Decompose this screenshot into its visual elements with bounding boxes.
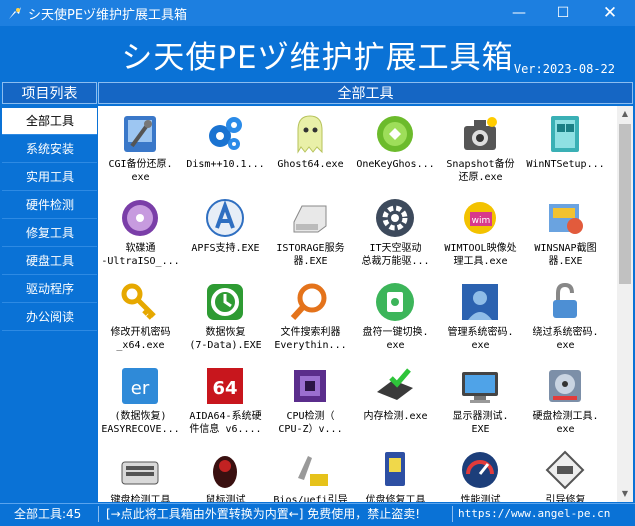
apfs-icon (206, 199, 244, 237)
boot-repair-icon (545, 450, 585, 490)
sidebar-item-repair-tools[interactable]: 修复工具 (2, 220, 97, 247)
sidebar-header: 项目列表 (2, 82, 97, 104)
tool-snapshot[interactable]: Snapshot备份 还原.exe (438, 110, 523, 194)
keyboard-icon (121, 461, 159, 485)
tool-drive-letter-switch[interactable]: 盘符一键切换. exe (353, 278, 438, 362)
tool-winsnap[interactable]: WINSNAP截图 器.EXE (523, 194, 608, 278)
ultraiso-icon (122, 200, 158, 236)
tool-aida64[interactable]: 64 AIDA64-系统硬 件信息 v6.... (183, 362, 268, 446)
status-divider (452, 506, 453, 522)
sidebar-item-utilities[interactable]: 实用工具 (2, 164, 97, 191)
svg-text:64: 64 (212, 378, 237, 399)
tool-everything-search[interactable]: 文件搜索利器 Everythin... (268, 278, 353, 362)
tool-wimtool[interactable]: wim WIMTOOL映像处 理工具.exe (438, 194, 523, 278)
tool-count: 全部工具:45 (14, 507, 82, 521)
tool-disk-check[interactable]: 硬盘检测工具. exe (523, 362, 608, 446)
tool-keyboard-test[interactable]: 键盘检测工具 (98, 446, 183, 502)
window-title: シ天使PEヅ维护扩展工具箱 (28, 8, 188, 23)
tool-bios-uefi-boot[interactable]: Bios/uefi引导 (268, 446, 353, 502)
sidebar-item-drivers[interactable]: 驱动程序 (2, 276, 97, 303)
dism-icon (209, 117, 242, 150)
svg-text:er: er (131, 378, 150, 399)
usb-repair-icon (385, 452, 405, 486)
aida64-icon: 64 (207, 368, 243, 404)
tool-grid: CGI备份还原. exe Dism++10.1... Ghost64.exe On… (98, 106, 618, 502)
tool-cgi-backup[interactable]: CGI备份还原. exe (98, 110, 183, 194)
istorage-icon (293, 205, 327, 233)
window-titlebar[interactable]: シ天使PEヅ维护扩展工具箱 — ☐ ✕ (0, 0, 635, 26)
easyrecovery-icon: er (122, 368, 158, 404)
tool-boot-repair[interactable]: 引导修复 (523, 446, 608, 502)
svg-text:wim: wim (472, 216, 491, 226)
monitor-test-icon (462, 372, 498, 403)
tool-monitor-test[interactable]: 显示器测试. EXE (438, 362, 523, 446)
sidebar-item-system-install[interactable]: 系统安装 (2, 136, 97, 163)
vertical-scrollbar[interactable]: ▲ ▼ (617, 106, 633, 502)
user-password-icon (462, 284, 498, 320)
winsnap-icon (549, 204, 583, 234)
ghost-icon (297, 115, 323, 154)
tool-bypass-password[interactable]: 绕过系统密码. exe (523, 278, 608, 362)
driver-gear-icon (376, 199, 414, 237)
minimize-button[interactable]: — (497, 0, 541, 26)
tool-mouse-test[interactable]: 鼠标测试 (183, 446, 268, 502)
banner: シ天使PEヅ维护扩展工具箱 Ver:2023-08-22 (0, 26, 635, 82)
sidebar: 全部工具 系统安装 实用工具 硬件检测 修复工具 硬盘工具 驱动程序 办公阅读 (2, 106, 97, 502)
key-icon (121, 283, 156, 320)
sidebar-item-all-tools[interactable]: 全部工具 (2, 108, 97, 135)
tool-data-recovery-7data[interactable]: 数据恢复 (7-Data).EXE (183, 278, 268, 362)
snapshot-icon (464, 117, 497, 150)
convert-internal-link[interactable]: [→点此将工具箱由外置转换为内置←] 免费使用，禁止盗卖! (106, 504, 420, 524)
version-label: Ver:2023-08-22 (513, 62, 615, 76)
website-link[interactable]: https://www.angel-pe.cn (458, 504, 610, 524)
tool-winntsetup[interactable]: WinNTSetup... (523, 110, 608, 194)
tool-change-boot-password[interactable]: 修改开机密码 _x64.exe (98, 278, 183, 362)
scroll-down-icon[interactable]: ▼ (617, 486, 633, 502)
tool-ghost64[interactable]: Ghost64.exe (268, 110, 353, 194)
everything-search-icon (290, 283, 327, 321)
tool-ultraiso[interactable]: 软碟通 -UltraISO_... (98, 194, 183, 278)
sidebar-item-hardware-test[interactable]: 硬件检测 (2, 192, 97, 219)
status-divider (98, 506, 99, 522)
sidebar-item-office-reading[interactable]: 办公阅读 (2, 304, 97, 331)
tool-apfs[interactable]: APFS支持.EXE (183, 194, 268, 278)
memory-test-icon (377, 368, 413, 400)
status-bar: 全部工具:45 [→点此将工具箱由外置转换为内置←] 免费使用，禁止盗卖! ht… (0, 503, 635, 526)
cpuz-icon (294, 370, 326, 402)
sidebar-item-disk-tools[interactable]: 硬盘工具 (2, 248, 97, 275)
cgi-icon (124, 116, 156, 152)
scroll-up-icon[interactable]: ▲ (617, 106, 633, 122)
tool-memory-test[interactable]: 内存检测.exe (353, 362, 438, 446)
tool-easyrecovery[interactable]: er (数据恢复) EASYRECOVE... (98, 362, 183, 446)
wimtool-icon: wim (464, 202, 496, 234)
bios-icon (298, 456, 328, 486)
close-button[interactable]: ✕ (588, 0, 632, 26)
benchmark-icon (462, 452, 498, 488)
tool-it-driver[interactable]: IT天空驱动 总裁万能驱... (353, 194, 438, 278)
scrollbar-thumb[interactable] (619, 124, 631, 284)
drive-letter-icon (376, 283, 414, 321)
tool-dism[interactable]: Dism++10.1... (183, 110, 268, 194)
tool-benchmark[interactable]: 性能测试 (438, 446, 523, 502)
bypass-password-icon (553, 282, 577, 318)
tool-manage-password[interactable]: 管理系统密码. exe (438, 278, 523, 362)
tool-usb-repair[interactable]: 优盘修复工具 (353, 446, 438, 502)
app-icon (9, 7, 21, 19)
tool-cpu-z[interactable]: CPU检测（ CPU-Z）v... (268, 362, 353, 446)
tool-istorage[interactable]: ISTORAGE服务 器.EXE (268, 194, 353, 278)
maximize-button[interactable]: ☐ (541, 0, 585, 26)
mouse-icon (213, 456, 237, 488)
onekey-ghost-icon (377, 116, 413, 152)
content-header: 全部工具 (98, 82, 633, 104)
tool-onekey-ghost[interactable]: OneKeyGhos... (353, 110, 438, 194)
data-recovery-icon (207, 284, 243, 320)
winntsetup-icon (551, 116, 579, 152)
disk-check-icon (549, 370, 581, 402)
